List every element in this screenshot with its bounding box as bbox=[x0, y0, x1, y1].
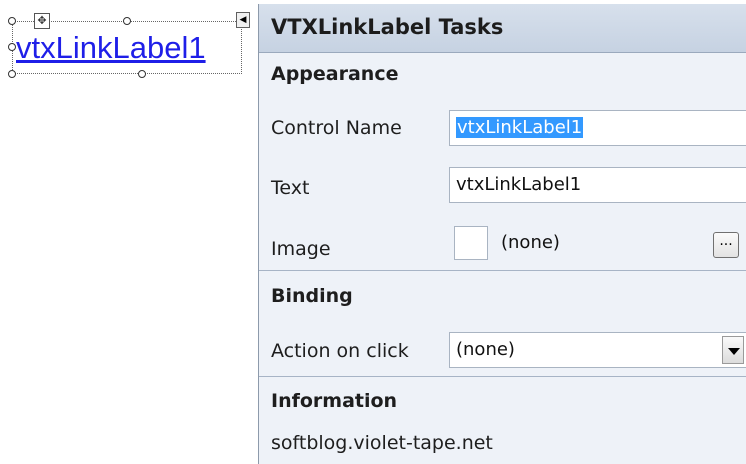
resize-handle-bottom[interactable] bbox=[138, 70, 146, 78]
divider bbox=[259, 376, 746, 377]
section-appearance: Appearance bbox=[271, 63, 399, 85]
text-field[interactable]: vtxLinkLabel1 bbox=[449, 167, 746, 203]
resize-handle-top-left[interactable] bbox=[8, 17, 16, 25]
section-binding: Binding bbox=[271, 285, 353, 307]
control-name-value: vtxLinkLabel1 bbox=[456, 117, 584, 138]
action-on-click-label: Action on click bbox=[271, 340, 409, 362]
design-surface[interactable]: ✥ vtxLinkLabel1 ◀ bbox=[0, 0, 260, 464]
move-handle-icon[interactable]: ✥ bbox=[34, 13, 50, 29]
control-name-label: Control Name bbox=[271, 117, 402, 139]
smart-tag-panel: VTXLinkLabel Tasks Appearance Control Na… bbox=[258, 4, 746, 464]
text-label: Text bbox=[271, 177, 310, 199]
image-value: (none) bbox=[501, 232, 560, 253]
action-on-click-value: (none) bbox=[456, 339, 515, 360]
info-site-text: softblog.violet-tape.net bbox=[271, 432, 493, 454]
text-value: vtxLinkLabel1 bbox=[456, 174, 582, 195]
section-information: Information bbox=[271, 390, 398, 412]
image-label: Image bbox=[271, 238, 331, 260]
resize-handle-top[interactable] bbox=[123, 17, 131, 25]
resize-handle-bottom-left[interactable] bbox=[8, 70, 16, 78]
control-name-field[interactable]: vtxLinkLabel1 bbox=[449, 110, 746, 146]
image-browse-button[interactable]: ... bbox=[713, 232, 739, 258]
divider bbox=[259, 270, 746, 271]
chevron-down-icon[interactable] bbox=[722, 336, 744, 364]
action-on-click-dropdown[interactable]: (none) bbox=[449, 332, 746, 368]
link-label-control[interactable]: vtxLinkLabel1 bbox=[16, 28, 206, 68]
image-preview bbox=[454, 226, 488, 260]
panel-title: VTXLinkLabel Tasks bbox=[259, 4, 746, 53]
smart-tag-collapse-icon[interactable]: ◀ bbox=[236, 12, 250, 28]
resize-handle-left[interactable] bbox=[8, 43, 16, 51]
